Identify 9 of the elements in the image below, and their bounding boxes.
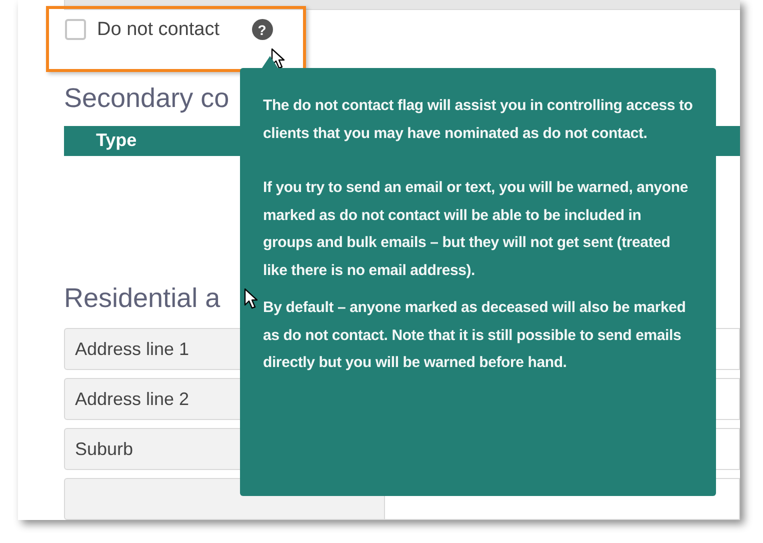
help-icon[interactable]: ? [252,19,273,40]
section-heading: Secondary co [64,82,230,115]
cursor-icon [244,288,258,309]
column-header: Type [96,130,137,152]
checkbox-label: Do not contact [97,18,220,41]
section-heading: Residential a [64,282,220,315]
tooltip-text: The do not contact flag will assist you in controlling access to clients that you may have nominated as do not contact. [263,96,693,144]
tooltip-text: If you try to send an email or text, you will be warned, anyone marked as do not contact will be able to be included in groups and bulk emails – but they will not get sent (treated like there is no email address). [263,178,689,280]
checkbox[interactable] [65,19,86,40]
